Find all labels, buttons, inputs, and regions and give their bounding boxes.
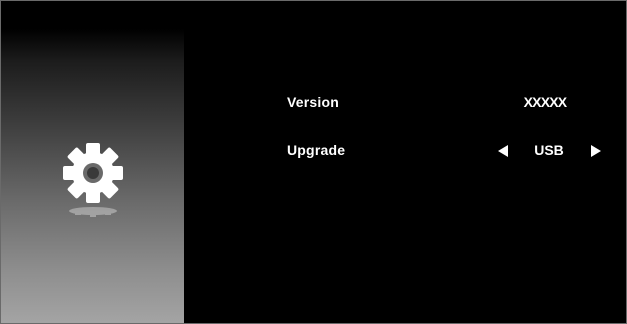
gear-icon [63,143,123,203]
sidebar [1,1,184,323]
gear-reflection-icon [69,207,117,217]
upgrade-label[interactable]: Upgrade [287,142,345,158]
upgrade-source-value[interactable]: USB [521,142,577,158]
version-value: XXXXX [523,94,568,110]
version-label: Version [287,94,339,110]
settings-screen: Version XXXXX Upgrade USB [0,0,627,324]
settings-content: Version XXXXX Upgrade USB [184,1,626,323]
arrow-right-icon[interactable] [590,144,602,158]
arrow-left-icon[interactable] [497,144,509,158]
